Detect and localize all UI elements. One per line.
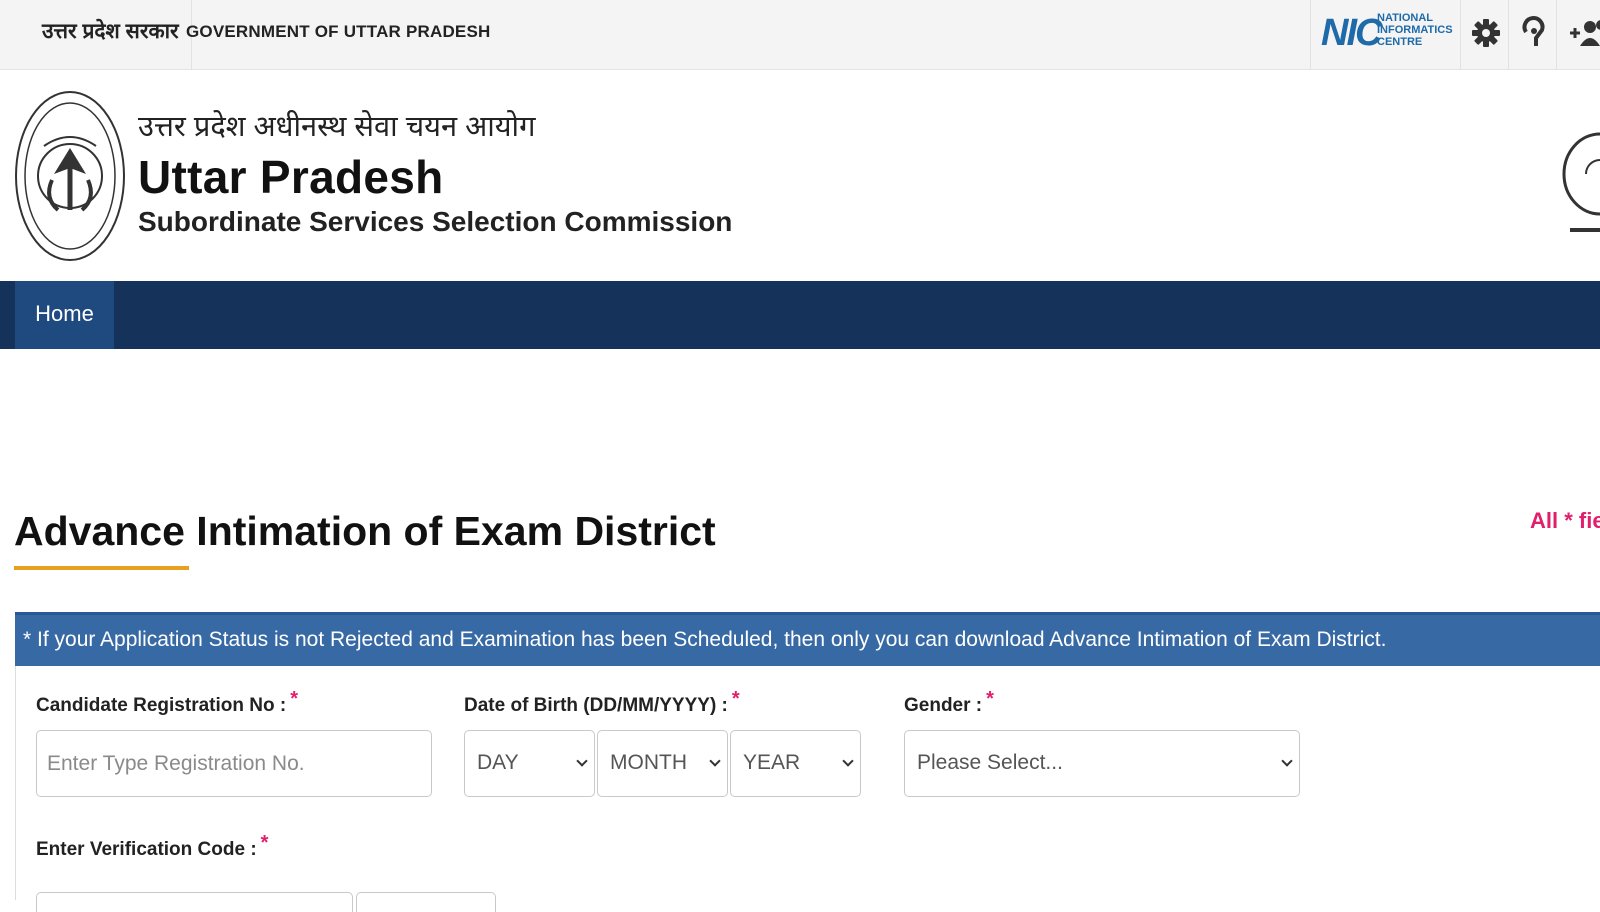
nic-name: NATIONAL INFORMATICS CENTRE xyxy=(1377,12,1453,48)
gender-selected-value: Please Select... xyxy=(917,751,1063,774)
nic-name-line: NATIONAL xyxy=(1377,12,1434,24)
title-underline xyxy=(14,566,189,570)
gender-label: Gender : * xyxy=(904,688,994,717)
main-navbar: Home xyxy=(0,281,1600,349)
dob-year-value: YEAR xyxy=(743,751,801,774)
accessibility-icon xyxy=(1522,16,1545,46)
verification-label: Enter Verification Code : * xyxy=(36,832,268,861)
accessibility-button[interactable] xyxy=(1508,0,1556,69)
up-emblem-logo[interactable] xyxy=(14,88,126,264)
exam-district-form: Candidate Registration No :* Date of Bir… xyxy=(15,666,1600,912)
user-add-button[interactable] xyxy=(1556,0,1600,69)
gov-hindi-label[interactable]: उत्तर प्रदेश सरकार xyxy=(30,0,192,69)
chevron-down-icon xyxy=(1281,755,1293,767)
mandatory-fields-note: All * field xyxy=(1530,508,1600,533)
swachh-bharat-logo xyxy=(1562,132,1600,232)
chevron-down-icon xyxy=(842,755,854,767)
dob-month-select[interactable]: MONTH xyxy=(597,730,728,797)
chevron-down-icon xyxy=(709,755,721,767)
chevron-down-icon xyxy=(576,755,588,767)
nic-name-line: CENTRE xyxy=(1377,36,1423,48)
dob-day-select[interactable]: DAY xyxy=(464,730,595,797)
user-add-icon xyxy=(1570,20,1600,46)
nic-logo: NIC xyxy=(1321,12,1382,54)
settings-button[interactable] xyxy=(1460,0,1508,69)
verification-code-input[interactable] xyxy=(36,892,353,912)
dob-label: Date of Birth (DD/MM/YYYY) : * xyxy=(464,688,740,717)
gender-select[interactable]: Please Select... xyxy=(904,730,1300,797)
required-mark: * xyxy=(986,688,994,710)
gov-english-label[interactable]: GOVERNMENT OF UTTAR PRADESH xyxy=(186,0,490,64)
info-banner: * If your Application Status is not Reje… xyxy=(15,612,1600,666)
registration-number-input[interactable] xyxy=(36,730,432,797)
commission-title-main: Uttar Pradesh xyxy=(138,151,444,203)
required-mark: * xyxy=(731,688,740,710)
nav-item-home[interactable]: Home xyxy=(15,281,114,349)
page-title: Advance Intimation of Exam District xyxy=(14,508,716,554)
registration-label-text: Candidate Registration No : xyxy=(36,695,287,716)
dob-month-value: MONTH xyxy=(610,751,687,774)
commission-title-sub: Subordinate Services Selection Commissio… xyxy=(138,206,733,237)
gender-label-text: Gender : xyxy=(904,695,983,716)
nic-name-line: INFORMATICS xyxy=(1377,24,1453,36)
dob-year-select[interactable]: YEAR xyxy=(730,730,861,797)
required-mark: * xyxy=(260,832,269,854)
registration-label: Candidate Registration No : * xyxy=(36,688,298,717)
site-header: उत्तर प्रदेश अधीनस्थ सेवा चयन आयोग Uttar… xyxy=(0,70,1600,281)
commission-title-hindi: उत्तर प्रदेश अधीनस्थ सेवा चयन आयोग xyxy=(138,111,536,143)
nic-logo-block[interactable]: NIC NATIONAL INFORMATICS CENTRE xyxy=(1310,0,1460,69)
captcha-image xyxy=(356,892,496,912)
dob-day-value: DAY xyxy=(477,751,519,774)
government-topbar: उत्तर प्रदेश सरकार GOVERNMENT OF UTTAR P… xyxy=(0,0,1600,70)
required-mark: * xyxy=(290,688,298,710)
verification-label-text: Enter Verification Code : xyxy=(36,839,257,860)
gear-icon xyxy=(1472,19,1500,47)
dob-label-text: Date of Birth (DD/MM/YYYY) : xyxy=(464,695,728,716)
